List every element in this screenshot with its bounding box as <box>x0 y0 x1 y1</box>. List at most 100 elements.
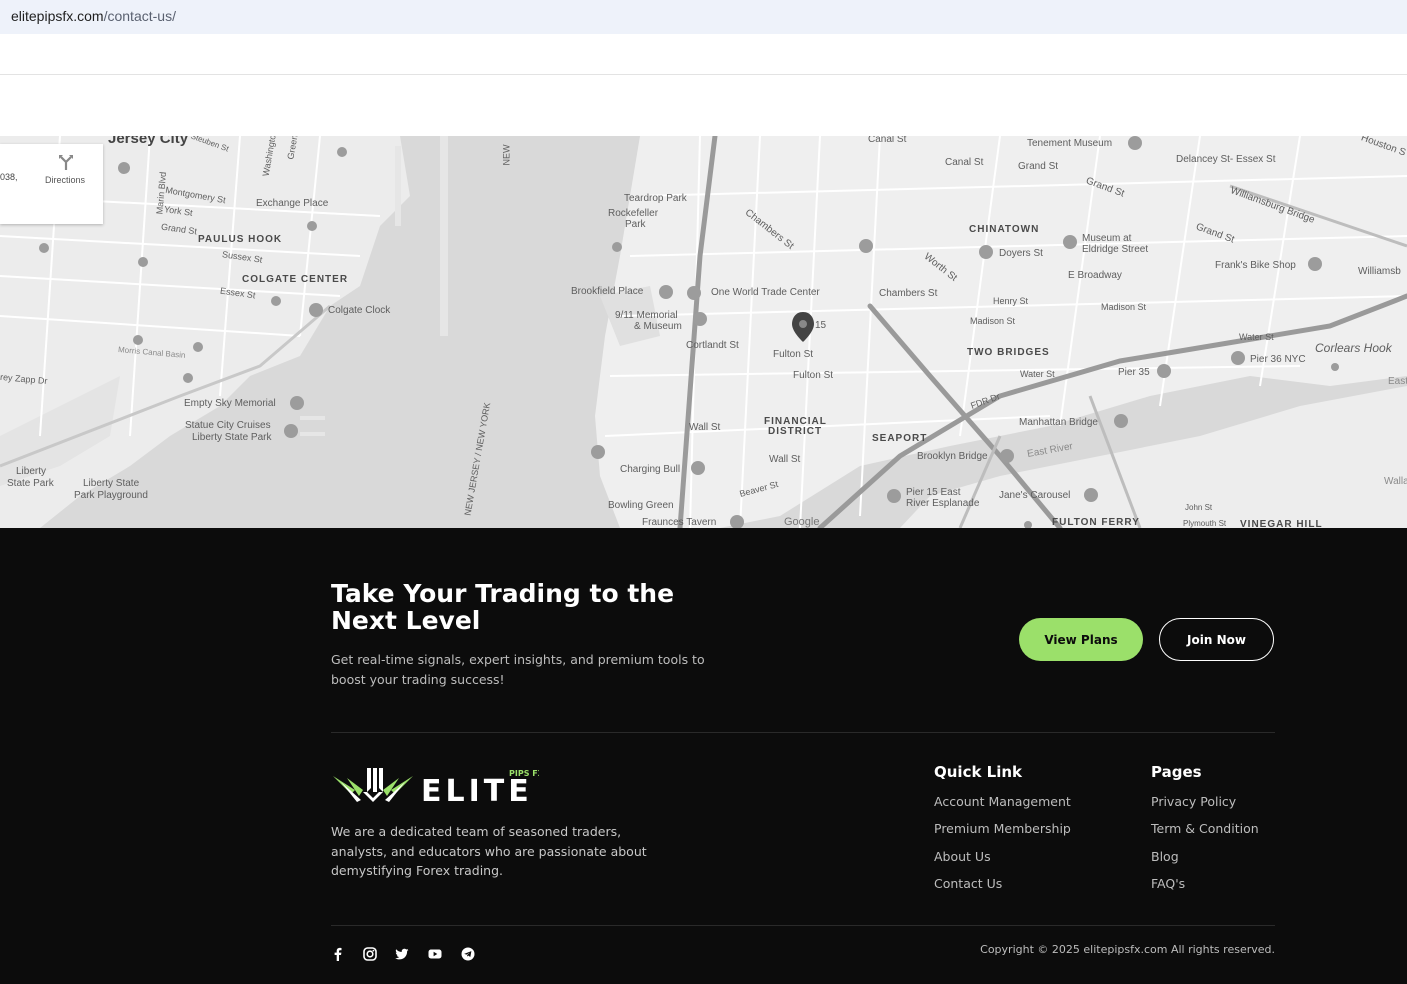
map-label: Brookfield Place <box>571 286 644 297</box>
map-label: Fraunces Tavern <box>642 517 717 528</box>
header-band <box>0 34 1407 75</box>
map-label: Pier 35 <box>1118 367 1150 378</box>
map-label: PAULUS HOOK <box>198 234 283 245</box>
copyright-text: Copyright © 2025 elitepipsfx.com All rig… <box>980 943 1275 956</box>
map-label: Delancey St- Essex St <box>1176 154 1276 165</box>
map-label: One World Trade Center <box>711 287 820 298</box>
twitter-icon[interactable] <box>395 947 409 961</box>
footer-link-faqs[interactable]: FAQ's <box>1151 876 1185 891</box>
footer-link-blog[interactable]: Blog <box>1151 849 1179 864</box>
map-label: Liberty <box>16 466 47 477</box>
map-label: Cortlandt St <box>686 340 739 351</box>
map-label: River Esplanade <box>906 498 980 509</box>
svg-text:PIPS FX: PIPS FX <box>509 769 539 778</box>
footer-link-account-management[interactable]: Account Management <box>934 794 1071 809</box>
map-label: FULTON FERRY <box>1052 517 1140 528</box>
divider <box>331 925 1275 926</box>
map-label: Pier 15 East <box>906 487 961 498</box>
site-footer: Take Your Trading to the Next Level Get … <box>0 528 1407 984</box>
address-text: 038, <box>0 172 18 182</box>
map-label: Pier 36 NYC <box>1250 354 1306 365</box>
map-label: Charging Bull <box>620 464 681 475</box>
map-label: East <box>1388 376 1407 387</box>
map-info-card[interactable]: 038, Directions <box>0 144 103 224</box>
map-label: Water St <box>1020 369 1055 379</box>
map-label: VINEGAR HILL <box>1240 519 1323 528</box>
elite-pips-fx-logo[interactable]: ELITE PIPS FX <box>333 766 539 806</box>
map-label: Manhattan Bridge <box>1019 417 1098 428</box>
map-label: Madison St <box>970 316 1016 326</box>
map-label: E Broadway <box>1068 270 1122 281</box>
map-label: COLGATE CENTER <box>242 274 349 285</box>
map-label: Empty Sky Memorial <box>184 398 276 409</box>
join-now-button[interactable]: Join Now <box>1159 618 1274 661</box>
about-text: We are a dedicated team of seasoned trad… <box>331 824 647 879</box>
map-label: Walla <box>1384 476 1407 487</box>
cta-text: Get real-time signals, expert insights, … <box>331 652 705 687</box>
map-label: Eldridge Street <box>1082 244 1149 255</box>
footer-link-privacy-policy[interactable]: Privacy Policy <box>1151 794 1236 809</box>
pages-heading: Pages <box>1151 763 1202 781</box>
map-label: Canal St <box>868 136 907 145</box>
facebook-icon[interactable] <box>331 947 345 961</box>
map-label: Tenement Museum <box>1027 138 1113 149</box>
map-label: Liberty State <box>83 478 140 489</box>
map-label: Bowling Green <box>608 500 674 511</box>
map-label: Rockefeller <box>608 208 659 219</box>
youtube-icon[interactable] <box>428 947 442 961</box>
divider <box>331 732 1275 733</box>
directions-icon[interactable] <box>58 154 74 170</box>
footer-link-terms[interactable]: Term & Condition <box>1151 821 1259 836</box>
map-label: Fulton St <box>793 370 834 381</box>
map-label: Teardrop Park <box>624 193 687 204</box>
embedded-map[interactable]: Jersey City Steuben St Washington Green … <box>0 136 1407 528</box>
map-label: Colgate Clock <box>328 305 391 316</box>
map-label: Wall St <box>689 422 721 433</box>
map-label: SEAPORT <box>872 433 928 444</box>
map-label: CHINATOWN <box>969 224 1040 235</box>
map-label: TWO BRIDGES <box>967 347 1050 358</box>
map-label: Corlears Hook <box>1315 341 1392 355</box>
map-label: Plymouth St <box>1183 519 1227 528</box>
map-label: NEW <box>501 144 512 166</box>
url-text[interactable]: elitepipsfx.com/contact-us/ <box>11 8 176 24</box>
map-attribution[interactable]: Google <box>784 516 819 528</box>
map-label: John St <box>1185 503 1213 512</box>
cta-title: Take Your Trading to the Next Level <box>331 579 675 635</box>
telegram-icon[interactable] <box>461 947 475 961</box>
directions-link[interactable]: Directions <box>45 175 85 185</box>
footer-link-about-us[interactable]: About Us <box>934 849 991 864</box>
instagram-icon[interactable] <box>363 947 377 961</box>
map-label: Henry St <box>993 296 1029 306</box>
map-label: Canal St <box>945 157 984 168</box>
map-label: Jane's Carousel <box>999 490 1071 501</box>
map-label: Chambers St <box>879 288 938 299</box>
map-label: & Museum <box>634 321 682 332</box>
map-label: Statue City Cruises <box>185 420 271 431</box>
map-label: Brooklyn Bridge <box>917 451 988 462</box>
map-label: Water St <box>1239 332 1274 342</box>
address-bar[interactable]: elitepipsfx.com/contact-us/ <box>0 0 1407 34</box>
view-plans-button[interactable]: View Plans <box>1019 618 1143 661</box>
map-label: Doyers St <box>999 248 1043 259</box>
map-label: Museum at <box>1082 233 1132 244</box>
map-label: Fulton St <box>773 349 814 360</box>
map-label: DISTRICT <box>768 426 823 437</box>
map-label: Williamsb <box>1358 266 1401 277</box>
map-label: Frank's Bike Shop <box>1215 260 1296 271</box>
map-label: Liberty State Park <box>192 432 272 443</box>
map-label: Grand St <box>1018 161 1059 172</box>
map-label: 9/11 Memorial <box>615 310 678 321</box>
map-label: State Park <box>7 478 54 489</box>
map-label: Park Playground <box>74 490 148 501</box>
map-label: Park <box>625 219 646 230</box>
footer-link-contact-us[interactable]: Contact Us <box>934 876 1002 891</box>
quick-link-heading: Quick Link <box>934 763 1023 781</box>
svg-text:ELITE: ELITE <box>421 774 533 806</box>
map-label: Madison St <box>1101 302 1147 312</box>
map-label: Wall St <box>769 454 801 465</box>
map-label: 15 <box>815 320 827 331</box>
map-label: Jersey City <box>108 136 189 147</box>
map-label: Exchange Place <box>256 198 329 209</box>
footer-link-premium-membership[interactable]: Premium Membership <box>934 821 1071 836</box>
